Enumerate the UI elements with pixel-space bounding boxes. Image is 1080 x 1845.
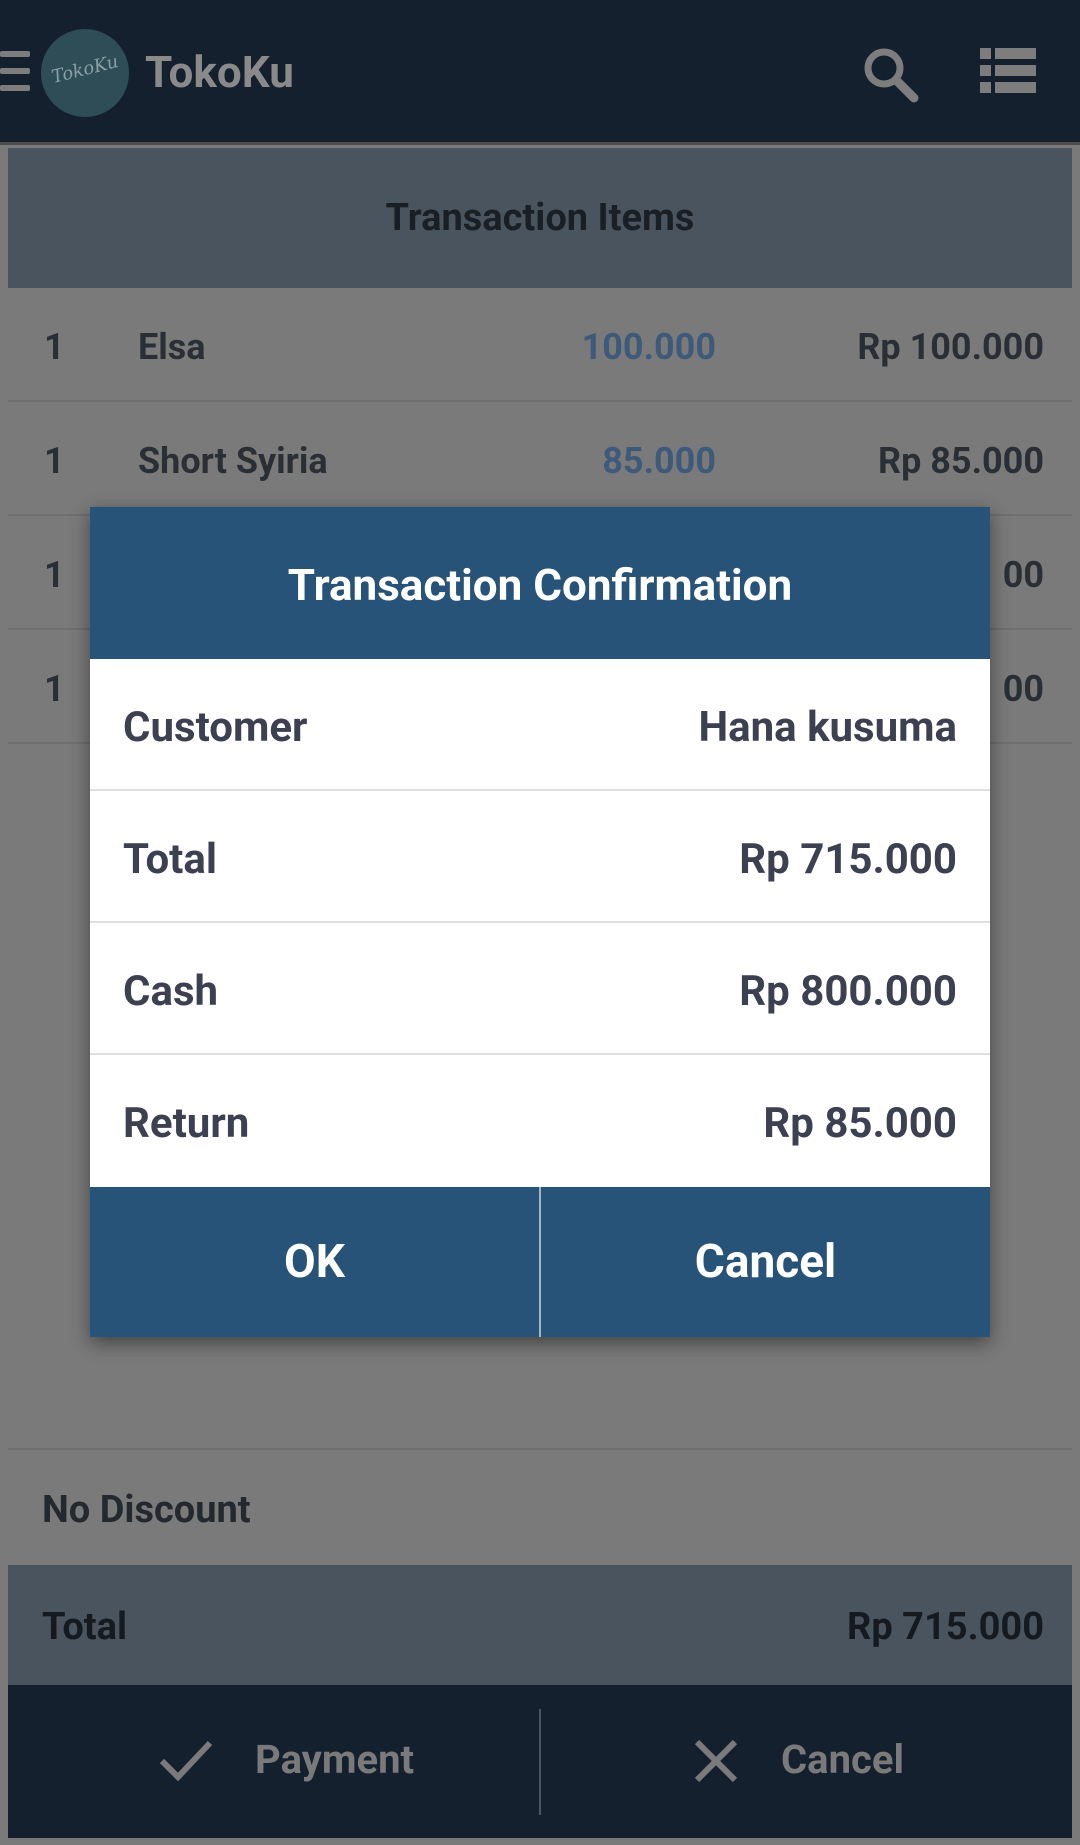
payment-button[interactable]: Payment xyxy=(8,1685,540,1838)
dialog-row-value: Rp 800.000 xyxy=(739,967,957,1016)
dialog-row-value: Rp 85.000 xyxy=(763,1099,957,1148)
items-header-title: Transaction Items xyxy=(385,196,695,240)
dialog-header: Transaction Confirmation xyxy=(90,507,990,659)
cancel-transaction-button[interactable]: Cancel xyxy=(541,1685,1073,1838)
app-logo: TokoKu xyxy=(41,29,129,117)
dialog-row-cash: Cash Rp 800.000 xyxy=(90,923,990,1055)
dialog-row-value: Rp 715.000 xyxy=(739,835,957,884)
total-label: Total xyxy=(42,1605,128,1649)
total-value: Rp 715.000 xyxy=(847,1605,1044,1649)
search-icon[interactable] xyxy=(860,44,920,104)
app-title: TokoKu xyxy=(145,46,294,98)
item-price[interactable]: 100.000 xyxy=(582,326,716,368)
item-qty: 1 xyxy=(44,668,65,710)
discount-row[interactable]: No Discount xyxy=(8,1448,1072,1565)
close-icon xyxy=(694,1739,738,1783)
list-view-icon[interactable] xyxy=(980,48,1036,94)
dialog-row-total: Total Rp 715.000 xyxy=(90,791,990,923)
item-qty: 1 xyxy=(44,554,65,596)
items-header: Transaction Items xyxy=(8,148,1072,288)
item-name: Elsa xyxy=(138,326,206,368)
dialog-row-return: Return Rp 85.000 xyxy=(90,1055,990,1187)
item-price[interactable]: 85.000 xyxy=(602,440,716,482)
ok-button[interactable]: OK xyxy=(90,1187,539,1337)
menu-icon[interactable] xyxy=(0,51,30,91)
dialog-row-label: Customer xyxy=(123,703,308,752)
bottom-action-bar: Payment Cancel xyxy=(8,1685,1072,1838)
dialog-row-value: Hana kusuma xyxy=(698,703,957,752)
item-row[interactable]: 1 Elsa 100.000 Rp 100.000 xyxy=(8,288,1072,402)
app-bar: TokoKu TokoKu xyxy=(0,0,1080,145)
payment-label: Payment xyxy=(255,1736,415,1783)
cancel-label: Cancel xyxy=(781,1736,905,1783)
item-qty: 1 xyxy=(44,326,65,368)
item-qty: 1 xyxy=(44,440,65,482)
item-subtotal: Rp 85.000 xyxy=(878,440,1044,482)
item-name: Short Syiria xyxy=(138,440,328,482)
dialog-row-customer: Customer Hana kusuma xyxy=(90,659,990,791)
dialog-row-label: Total xyxy=(123,835,217,884)
dialog-title: Transaction Confirmation xyxy=(287,559,793,611)
dialog-button-bar: OK Cancel xyxy=(90,1187,990,1337)
dialog-row-label: Return xyxy=(123,1099,250,1148)
total-bar: Total Rp 715.000 xyxy=(8,1565,1072,1685)
dialog-cancel-button[interactable]: Cancel xyxy=(541,1187,990,1337)
dialog-row-label: Cash xyxy=(123,967,219,1016)
item-subtotal: 00 xyxy=(1002,668,1044,710)
item-row[interactable]: 1 Short Syiria 85.000 Rp 85.000 xyxy=(8,402,1072,516)
logo-text: TokoKu xyxy=(49,51,121,88)
check-icon xyxy=(159,1740,213,1782)
item-subtotal: Rp 100.000 xyxy=(857,326,1044,368)
discount-label: No Discount xyxy=(42,1488,251,1532)
item-subtotal: 00 xyxy=(1002,554,1044,596)
transaction-confirmation-dialog: Transaction Confirmation Customer Hana k… xyxy=(90,507,990,1337)
